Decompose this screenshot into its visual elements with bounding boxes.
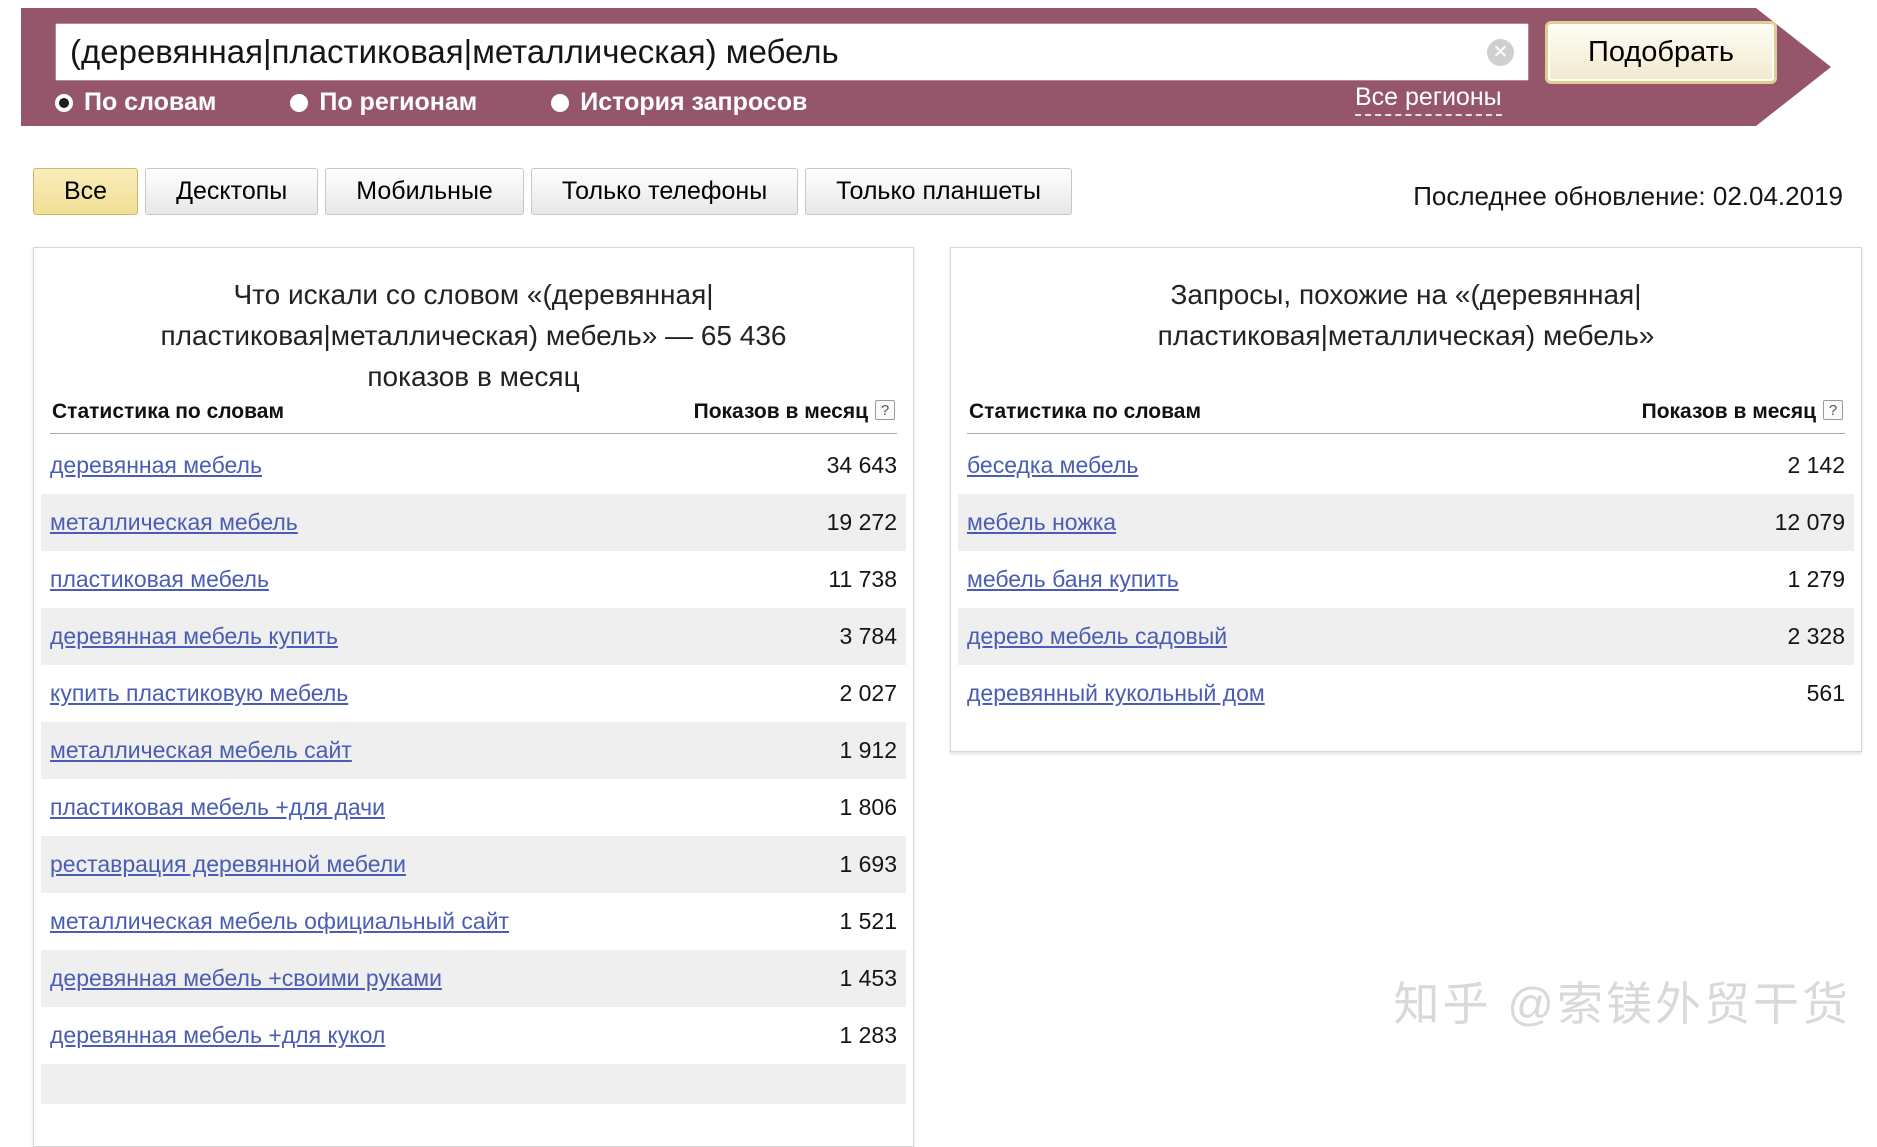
last-update-label: Последнее обновление: 02.04.2019 [1413,181,1843,212]
impressions-value: 1 453 [839,965,897,992]
table-row: деревянный кукольный дом 561 [958,665,1854,722]
mode-label: По словам [84,88,216,117]
table-row: беседка мебель 2 142 [958,437,1854,494]
impressions-value: 1 283 [839,1022,897,1049]
left-table-rows: деревянная мебель 34 643 металлическая м… [41,437,906,1104]
table-row: мебель баня купить 1 279 [958,551,1854,608]
keyword-link[interactable]: металлическая мебель официальный сайт [50,908,509,935]
search-input[interactable] [56,24,1528,80]
similar-queries-panel: Запросы, похожие на «(деревянная| пласти… [950,247,1862,752]
keyword-link[interactable]: реставрация деревянной мебели [50,851,406,878]
table-row: реставрация деревянной мебели 1 693 [41,836,906,893]
column-impressions: Показов в месяц? [1642,400,1843,424]
table-row: металлическая мебель сайт 1 912 [41,722,906,779]
title-line: Запросы, похожие на «(деревянная| [951,274,1861,315]
impressions-value: 1 806 [839,794,897,821]
device-tabs: Все Десктопы Мобильные Только телефоны Т… [33,168,1072,215]
keyword-link[interactable]: деревянная мебель +своими руками [50,965,442,992]
keyword-link[interactable]: мебель баня купить [967,566,1179,593]
table-row: мебель ножка 12 079 [958,494,1854,551]
tab-phones-only[interactable]: Только телефоны [531,168,798,215]
keyword-link[interactable]: деревянная мебель купить [50,623,338,650]
table-row: пластиковая мебель 11 738 [41,551,906,608]
zhihu-watermark: 知乎 @索镁外贸干货 [1394,968,1851,1034]
column-word-stats: Статистика по словам [969,400,1201,424]
help-icon[interactable]: ? [1823,400,1843,420]
impressions-value: 3 784 [839,623,897,650]
mode-label: По регионам [319,88,477,117]
keyword-link[interactable]: мебель ножка [967,509,1116,536]
radio-icon[interactable] [551,94,569,112]
impressions-value: 11 738 [828,566,897,593]
title-line: Что искали со словом «(деревянная| [34,274,913,315]
table-row: деревянная мебель 34 643 [41,437,906,494]
tab-tablets-only[interactable]: Только планшеты [805,168,1072,215]
keyword-link[interactable]: пластиковая мебель +для дачи [50,794,385,821]
tab-all[interactable]: Все [33,168,138,215]
right-panel-title: Запросы, похожие на «(деревянная| пласти… [951,248,1861,400]
keyword-link[interactable]: деревянная мебель [50,452,262,479]
keyword-link[interactable]: купить пластиковую мебель [50,680,348,707]
impressions-value: 1 693 [839,851,897,878]
impressions-value: 1 912 [839,737,897,764]
mode-by-regions[interactable]: По регионам [290,88,477,117]
table-row: металлическая мебель официальный сайт 1 … [41,893,906,950]
keyword-link[interactable]: дерево мебель садовый [967,623,1227,650]
searched-with-word-panel: Что искали со словом «(деревянная| пласт… [33,247,914,1147]
column-impressions-label: Показов в месяц [694,400,868,423]
impressions-value: 2 142 [1787,452,1845,479]
mode-label: История запросов [580,88,807,117]
title-line: пластиковая|металлическая) мебель» — 65 … [34,315,913,356]
keyword-link[interactable]: беседка мебель [967,452,1138,479]
impressions-value: 561 [1807,680,1845,707]
tab-mobile[interactable]: Мобильные [325,168,524,215]
clear-search-icon[interactable]: ✕ [1487,39,1514,66]
keyword-link[interactable]: металлическая мебель сайт [50,737,352,764]
all-regions-link[interactable]: Все регионы [1355,83,1502,116]
keyword-link[interactable]: деревянная мебель +для кукол [50,1022,385,1049]
column-impressions: Показов в месяц? [694,400,895,424]
impressions-value: 19 272 [827,509,897,536]
mode-by-words[interactable]: По словам [55,88,216,117]
title-line: показов в месяц [34,356,913,397]
table-row: деревянная мебель +своими руками 1 453 [41,950,906,1007]
title-line: пластиковая|металлическая) мебель» [951,315,1861,356]
keyword-link[interactable]: деревянный кукольный дом [967,680,1265,707]
tab-desktops[interactable]: Десктопы [145,168,318,215]
table-row: пластиковая мебель +для дачи 1 806 [41,779,906,836]
keyword-link[interactable]: металлическая мебель [50,509,298,536]
help-icon[interactable]: ? [875,400,895,420]
impressions-value: 1 279 [1787,566,1845,593]
left-table-header: Статистика по словам Показов в месяц? [50,400,897,434]
table-row: дерево мебель садовый 2 328 [958,608,1854,665]
column-word-stats: Статистика по словам [52,400,284,424]
impressions-value: 34 643 [827,452,897,479]
right-table-header: Статистика по словам Показов в месяц? [967,400,1845,434]
mode-query-history[interactable]: История запросов [551,88,807,117]
column-impressions-label: Показов в месяц [1642,400,1816,423]
right-table-rows: беседка мебель 2 142 мебель ножка 12 079… [958,437,1854,722]
search-mode-group: По словам По регионам История запросов [55,88,807,117]
table-row: металлическая мебель 19 272 [41,494,906,551]
impressions-value: 2 328 [1787,623,1845,650]
table-row-partial [41,1064,906,1104]
radio-icon[interactable] [290,94,308,112]
search-field-wrap: ✕ [55,23,1529,81]
radio-selected-icon[interactable] [55,94,73,112]
table-row: деревянная мебель +для кукол 1 283 [41,1007,906,1064]
table-row: деревянная мебель купить 3 784 [41,608,906,665]
impressions-value: 1 521 [839,908,897,935]
submit-button[interactable]: Подобрать [1545,21,1777,84]
table-row: купить пластиковую мебель 2 027 [41,665,906,722]
impressions-value: 2 027 [839,680,897,707]
search-banner: ✕ Подобрать По словам По регионам Истори… [21,8,1831,126]
keyword-link[interactable]: пластиковая мебель [50,566,269,593]
impressions-value: 12 079 [1775,509,1845,536]
left-panel-title: Что искали со словом «(деревянная| пласт… [34,248,913,400]
